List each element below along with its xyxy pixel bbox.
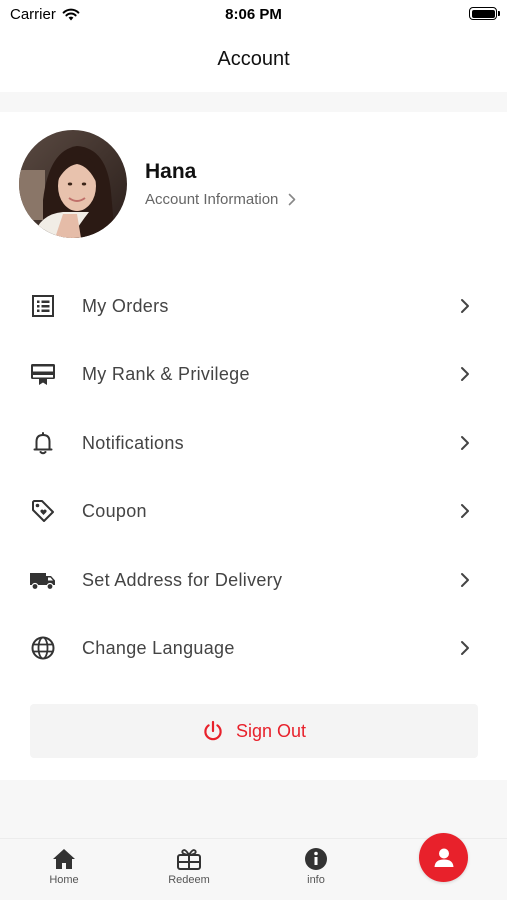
battery-icon bbox=[469, 7, 500, 20]
tab-label: Home bbox=[49, 874, 79, 886]
menu-item-notifications[interactable]: Notifications bbox=[0, 413, 507, 473]
chevron-right-icon bbox=[457, 570, 473, 590]
account-information-link[interactable]: Account Information bbox=[145, 191, 296, 208]
chevron-right-icon bbox=[289, 193, 296, 206]
chevron-right-icon bbox=[457, 638, 473, 658]
sign-out-label: Sign Out bbox=[235, 720, 307, 741]
user-icon bbox=[434, 848, 453, 867]
chevron-right-icon bbox=[457, 296, 473, 316]
tab-label: info bbox=[307, 874, 325, 886]
truck-icon bbox=[29, 566, 57, 594]
globe-icon bbox=[29, 634, 57, 662]
nav-header: Account bbox=[0, 30, 507, 92]
rank-card-icon bbox=[29, 360, 57, 388]
menu-item-change-language[interactable]: Change Language bbox=[0, 618, 507, 678]
menu-item-label: My Rank & Privilege bbox=[82, 363, 250, 384]
menu-item-label: Set Address for Delivery bbox=[82, 569, 283, 590]
menu-item-my-orders[interactable]: My Orders bbox=[0, 276, 507, 336]
profile-name: Hana bbox=[145, 160, 197, 183]
tab-redeem[interactable]: Redeem bbox=[149, 847, 229, 886]
menu-item-label: My Orders bbox=[82, 295, 169, 316]
avatar[interactable] bbox=[19, 130, 127, 238]
info-icon bbox=[305, 848, 327, 870]
account-information-label: Account Information bbox=[145, 191, 279, 208]
account-fab-button[interactable] bbox=[419, 833, 468, 882]
chevron-right-icon bbox=[457, 433, 473, 453]
account-card: Hana Account Information My Orders My Ra… bbox=[0, 112, 507, 780]
menu-item-label: Notifications bbox=[82, 432, 184, 453]
chevron-right-icon bbox=[457, 364, 473, 384]
home-icon bbox=[53, 849, 75, 869]
gift-icon bbox=[177, 849, 201, 870]
tab-home[interactable]: Home bbox=[24, 847, 104, 886]
page-title: Account bbox=[217, 48, 290, 70]
tag-icon bbox=[29, 497, 57, 525]
status-time: 8:06 PM bbox=[225, 6, 282, 23]
menu-item-label: Change Language bbox=[82, 637, 235, 658]
menu-item-label: Coupon bbox=[82, 500, 147, 521]
menu-item-delivery-address[interactable]: Set Address for Delivery bbox=[0, 550, 507, 610]
status-bar: Carrier 8:06 PM bbox=[0, 0, 507, 30]
chevron-right-icon bbox=[457, 501, 473, 521]
tab-label: Redeem bbox=[168, 874, 210, 886]
orders-list-icon bbox=[29, 292, 57, 320]
sign-out-button[interactable]: Sign Out bbox=[30, 704, 478, 758]
bell-icon bbox=[29, 429, 57, 457]
menu-item-coupon[interactable]: Coupon bbox=[0, 481, 507, 541]
tab-info[interactable]: info bbox=[276, 847, 356, 886]
menu-item-rank-privilege[interactable]: My Rank & Privilege bbox=[0, 344, 507, 404]
power-icon bbox=[204, 720, 222, 741]
